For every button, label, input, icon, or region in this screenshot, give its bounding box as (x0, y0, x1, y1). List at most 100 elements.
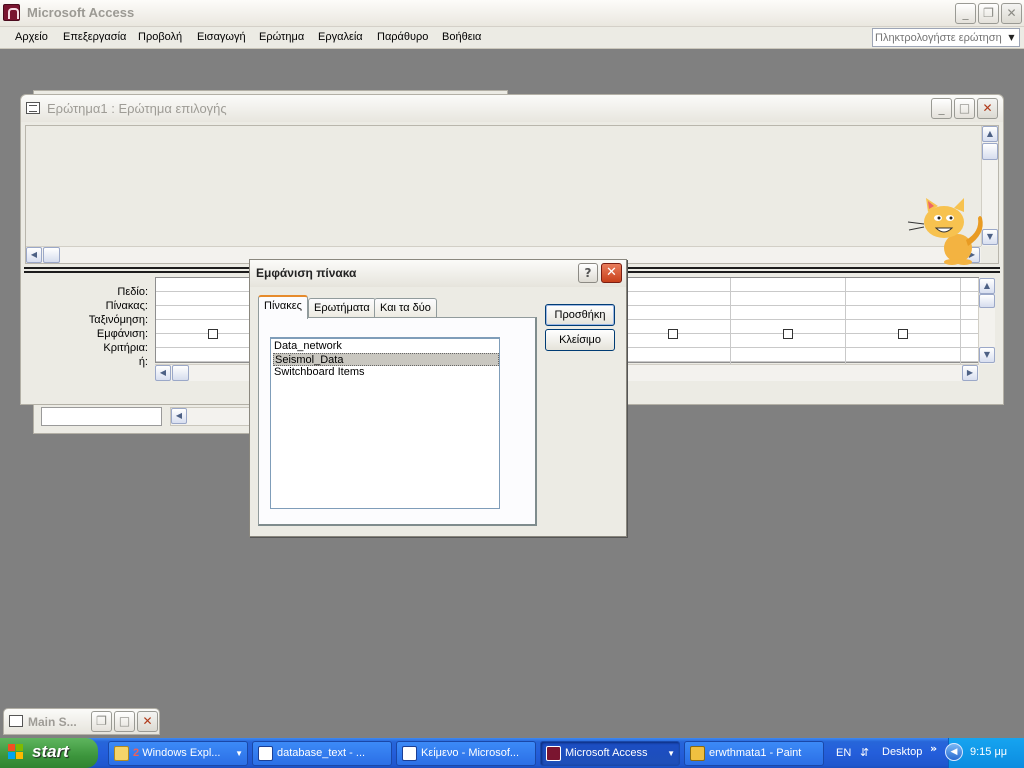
taskbar-item-label: database_text - ... (277, 747, 366, 759)
form-scrollbar[interactable]: ◀ (170, 407, 250, 426)
app-title: Microsoft Access (27, 5, 135, 20)
paint-icon (690, 746, 705, 761)
dialog-close-button[interactable]: ✕ (601, 263, 622, 283)
show-checkbox[interactable] (668, 329, 678, 339)
dialog-title: Εμφάνιση πίνακα (256, 266, 357, 280)
grid-vscroll[interactable]: ▲ ▼ (978, 278, 995, 364)
start-button[interactable]: start (0, 738, 98, 768)
restore-button[interactable]: ❐ (978, 3, 999, 24)
scroll-left-icon[interactable]: ◀ (171, 408, 187, 424)
menu-query[interactable]: Ερώτημα (259, 31, 304, 43)
ask-question-box[interactable]: ▼ (872, 28, 1020, 47)
grid-column[interactable] (731, 278, 846, 364)
taskbar-item-microsoft-access[interactable]: Microsoft Access ▼ (540, 741, 680, 766)
row-label-sort: Ταξινόμηση: (88, 314, 148, 326)
form-icon (9, 715, 23, 727)
scroll-up-icon[interactable]: ▲ (982, 126, 998, 142)
list-item-selected[interactable]: Seismol_Data (273, 353, 499, 366)
scroll-up-icon[interactable]: ▲ (979, 278, 995, 294)
row-label-field: Πεδίο: (117, 286, 148, 298)
table-list[interactable]: Data_network Seismol_Data Switchboard It… (270, 337, 500, 509)
scroll-thumb[interactable] (979, 294, 995, 308)
query-icon (26, 102, 40, 114)
menu-help[interactable]: Βοήθεια (442, 31, 481, 43)
folder-icon (114, 746, 129, 761)
table-area-pane[interactable]: ▲ ▼ ◀ ▶ (25, 125, 999, 266)
tab-tables[interactable]: Πίνακες (258, 295, 308, 319)
menu-view[interactable]: Προβολή (138, 31, 182, 43)
menu-file[interactable]: Αρχείο (15, 31, 48, 43)
minimized-window-title: Main S... (28, 715, 77, 729)
group-count-badge: 2 (133, 747, 140, 759)
scroll-thumb[interactable] (982, 143, 998, 160)
office-assistant-cat-icon[interactable] (906, 196, 986, 266)
query-close-button[interactable]: ✕ (977, 98, 998, 119)
query-maximize-button[interactable]: □ (954, 98, 975, 119)
ask-question-input[interactable] (875, 30, 1003, 45)
menu-insert[interactable]: Εισαγωγή (197, 31, 246, 43)
close-dialog-button[interactable]: Κλείσιμο (545, 329, 615, 351)
form-field[interactable] (41, 407, 162, 426)
row-label-table: Πίνακας: (105, 300, 148, 312)
grid-column[interactable] (846, 278, 961, 364)
chevron-down-icon[interactable]: ▼ (1005, 30, 1018, 45)
help-button[interactable]: ? (578, 263, 598, 283)
word-icon (402, 746, 417, 761)
access-key-icon (3, 4, 20, 21)
menu-bar: Αρχείο Επεξεργασία Προβολή Εισαγωγή Ερώτ… (0, 27, 1024, 49)
chevron-down-icon: ▼ (235, 749, 243, 758)
app-titlebar: Microsoft Access _ ❐ ✕ (0, 0, 1024, 27)
dialog-titlebar[interactable]: Εμφάνιση πίνακα ? ✕ (250, 260, 626, 287)
taskbar-item-label: Windows Expl... (142, 747, 221, 759)
scroll-thumb[interactable] (43, 247, 60, 263)
chevron-down-icon: ▼ (667, 749, 675, 758)
scroll-thumb[interactable] (172, 365, 189, 381)
show-checkbox[interactable] (898, 329, 908, 339)
min-close-button[interactable]: ✕ (137, 711, 158, 732)
grid-column[interactable] (616, 278, 731, 364)
min-maximize-button[interactable]: □ (114, 711, 135, 732)
language-indicator[interactable]: EN (836, 747, 851, 759)
row-label-or: ή: (138, 356, 148, 368)
system-tray: ◀ 9:15 μμ (945, 738, 1024, 768)
query-minimize-button[interactable]: _ (931, 98, 952, 119)
desktop-toolbar[interactable]: Desktop (882, 746, 922, 758)
taskbar-item-label: Κείμενο - Microsof... (421, 747, 520, 759)
clock[interactable]: 9:15 μμ (970, 746, 1007, 758)
query-window-titlebar[interactable]: Ερώτημα1 : Ερώτημα επιλογής _ □ ✕ (21, 95, 1003, 122)
tab-both[interactable]: Και τα δύο (374, 298, 437, 318)
chevron-right-icon[interactable]: » (930, 742, 937, 755)
menu-tools[interactable]: Εργαλεία (318, 31, 363, 43)
scroll-down-icon[interactable]: ▼ (979, 347, 995, 363)
close-button[interactable]: ✕ (1001, 3, 1022, 24)
taskbar-item-label: Microsoft Access (565, 747, 648, 759)
scroll-left-icon[interactable]: ◀ (155, 365, 171, 381)
minimize-button[interactable]: _ (955, 3, 976, 24)
taskbar-item-windows-explorer[interactable]: 2 Windows Expl... ▼ (108, 741, 248, 766)
show-checkbox[interactable] (783, 329, 793, 339)
access-icon (546, 746, 561, 761)
word-icon (258, 746, 273, 761)
tab-queries[interactable]: Ερωτήματα (308, 298, 376, 318)
desktop-toolbar-icon[interactable]: ⇵ (860, 746, 869, 759)
show-table-dialog: Εμφάνιση πίνακα ? ✕ Πίνακες Ερωτήματα Κα… (249, 259, 627, 537)
taskbar-item-database-text[interactable]: database_text - ... (252, 741, 392, 766)
minimized-main-switchboard[interactable]: Main S... ❐ □ ✕ (3, 708, 160, 735)
windows-logo-icon (8, 744, 25, 761)
tab-panel: Data_network Seismol_Data Switchboard It… (258, 317, 537, 526)
show-checkbox[interactable] (208, 329, 218, 339)
taskbar-item-paint[interactable]: erwthmata1 - Paint (684, 741, 824, 766)
tray-toggle-icon[interactable]: ◀ (945, 743, 963, 761)
min-restore-button[interactable]: ❐ (91, 711, 112, 732)
scroll-right-icon[interactable]: ▶ (962, 365, 978, 381)
start-label: start (32, 742, 69, 761)
scroll-left-icon[interactable]: ◀ (26, 247, 42, 263)
menu-window[interactable]: Παράθυρο (377, 31, 428, 43)
list-item[interactable]: Data_network (273, 340, 499, 353)
row-label-show: Εμφάνιση: (96, 328, 148, 340)
row-label-criteria: Κριτήρια: (103, 342, 148, 354)
list-item[interactable]: Switchboard Items (273, 366, 499, 379)
taskbar-item-keimeno[interactable]: Κείμενο - Microsof... (396, 741, 536, 766)
add-button[interactable]: Προσθήκη (545, 304, 615, 326)
menu-edit[interactable]: Επεξεργασία (63, 31, 126, 43)
